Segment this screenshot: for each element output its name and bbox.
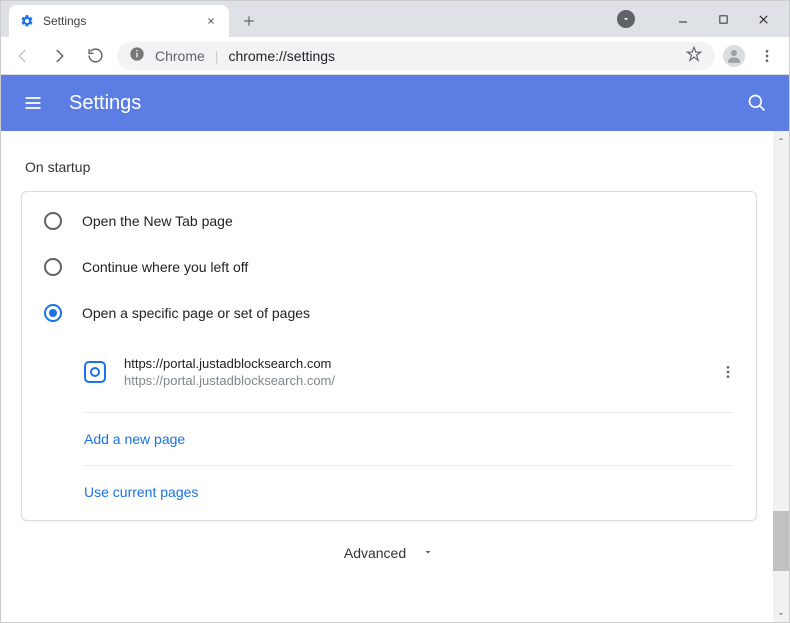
radio-continue[interactable]: Continue where you left off xyxy=(22,244,756,290)
radio-specific-pages[interactable]: Open a specific page or set of pages xyxy=(22,290,756,336)
section-on-startup: On startup xyxy=(25,159,757,175)
radio-icon-selected xyxy=(44,304,62,322)
account-switcher-icon[interactable] xyxy=(617,10,635,28)
site-favicon-icon xyxy=(84,361,106,383)
scroll-up-arrow[interactable] xyxy=(773,131,789,147)
use-current-pages-link[interactable]: Use current pages xyxy=(22,470,756,514)
bookmark-star-icon[interactable] xyxy=(685,45,703,66)
close-window-button[interactable] xyxy=(743,4,783,34)
startup-page-title: https://portal.justadblocksearch.com xyxy=(124,356,698,371)
startup-page-url: https://portal.justadblocksearch.com/ xyxy=(124,373,698,388)
radio-icon xyxy=(44,212,62,230)
gear-icon xyxy=(19,13,35,29)
divider xyxy=(84,465,734,466)
new-tab-button[interactable] xyxy=(235,7,263,35)
address-bar[interactable]: Chrome | chrome://settings xyxy=(117,42,715,70)
advanced-toggle[interactable]: Advanced xyxy=(21,521,757,573)
profile-avatar[interactable] xyxy=(723,45,745,67)
url-path: chrome://settings xyxy=(228,48,335,64)
chevron-down-icon xyxy=(422,545,434,561)
startup-page-entry: https://portal.justadblocksearch.com htt… xyxy=(22,336,756,408)
back-button[interactable] xyxy=(9,42,37,70)
startup-card: Open the New Tab page Continue where you… xyxy=(21,191,757,521)
tabs-area: Settings xyxy=(1,1,617,37)
site-info-icon[interactable] xyxy=(129,46,145,65)
reload-button[interactable] xyxy=(81,42,109,70)
browser-tab-settings[interactable]: Settings xyxy=(9,5,229,37)
scroll-down-arrow[interactable] xyxy=(773,606,789,622)
minimize-button[interactable] xyxy=(663,4,703,34)
add-new-page-link[interactable]: Add a new page xyxy=(22,417,756,461)
window-controls xyxy=(617,1,789,37)
maximize-button[interactable] xyxy=(703,4,743,34)
tab-title: Settings xyxy=(43,14,195,28)
browser-toolbar: Chrome | chrome://settings xyxy=(1,37,789,75)
advanced-label: Advanced xyxy=(344,545,406,561)
page-title: Settings xyxy=(69,92,745,115)
url-divider: | xyxy=(215,48,219,64)
divider xyxy=(84,412,734,413)
scrollbar-thumb[interactable] xyxy=(773,511,789,571)
radio-label: Continue where you left off xyxy=(82,259,248,275)
menu-icon[interactable] xyxy=(21,91,45,115)
forward-button[interactable] xyxy=(45,42,73,70)
radio-label: Open a specific page or set of pages xyxy=(82,305,310,321)
close-icon[interactable] xyxy=(203,13,219,29)
chrome-menu-button[interactable] xyxy=(753,42,781,70)
search-icon[interactable] xyxy=(745,91,769,115)
radio-icon xyxy=(44,258,62,276)
radio-label: Open the New Tab page xyxy=(82,213,233,229)
settings-header: Settings xyxy=(1,75,789,131)
window-titlebar: Settings xyxy=(1,1,789,37)
more-actions-button[interactable] xyxy=(716,360,740,384)
radio-new-tab[interactable]: Open the New Tab page xyxy=(22,198,756,244)
url-scheme: Chrome xyxy=(155,48,205,64)
